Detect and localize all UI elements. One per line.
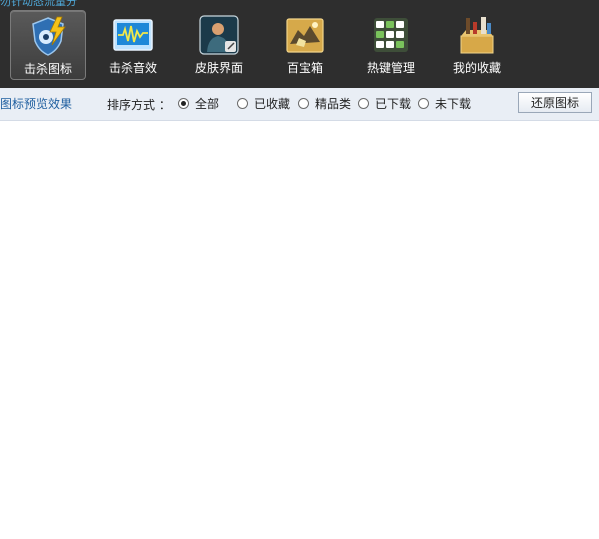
radio-icon [237,98,248,109]
sort-option-not-downloaded[interactable]: 未下载 [418,95,471,112]
waveform-monitor-icon [113,19,153,51]
radio-icon [418,98,429,109]
tool-my-favorites[interactable]: 我的收藏 [440,10,514,78]
radio-selected-icon [178,98,189,109]
sort-option-label: 已下载 [375,97,412,111]
shield-lightning-icon [32,16,66,56]
tool-label: 我的收藏 [452,61,501,75]
radio-icon [358,98,369,109]
tool-treasure-box[interactable]: 百宝箱 [268,10,342,78]
soldier-skin-icon [199,15,239,55]
tool-label: 皮肤界面 [194,61,243,75]
icon-preview-area [0,121,599,539]
restore-icon-button[interactable]: 还原图标 [518,92,592,113]
sort-option-label: 精品类 [315,97,352,111]
sort-toolbar: 图标预览效果 排序方式 ： 全部 已收藏 精品类 已下载 未下载 还原图标 [0,88,599,121]
sort-option-favorited[interactable]: 已收藏 [237,95,290,112]
tool-label: 击杀图标 [23,62,72,76]
sort-option-label: 未下载 [435,97,472,111]
top-navigation-bar: 勿针动态流量分 击杀图标 击杀音效 皮肤界面 百宝箱 热键管理 我的收藏 [0,0,599,88]
sort-option-premium[interactable]: 精品类 [298,95,351,112]
tool-label: 百宝箱 [286,61,323,75]
sort-option-all[interactable]: 全部 [178,95,219,112]
favorites-box-icon [460,17,494,54]
treasure-box-icon [286,18,324,53]
tool-label: 热键管理 [366,61,415,75]
sort-option-label: 已收藏 [254,97,291,111]
radio-icon [298,98,309,109]
tool-skin-interface[interactable]: 皮肤界面 [182,10,256,78]
sort-option-label: 全部 [195,97,220,111]
keyboard-icon [374,18,408,52]
tool-label: 击杀音效 [108,61,157,75]
tool-kill-sounds[interactable]: 击杀音效 [96,10,170,78]
preview-title: 图标预览效果 [0,97,73,111]
crumb-text: 勿针动态流量分 [0,0,77,8]
sort-label: 排序方式 ： [107,98,171,112]
tool-hotkey-manager[interactable]: 热键管理 [354,10,428,78]
tool-kill-icons[interactable]: 击杀图标 [10,10,86,80]
sort-option-downloaded[interactable]: 已下载 [358,95,411,112]
